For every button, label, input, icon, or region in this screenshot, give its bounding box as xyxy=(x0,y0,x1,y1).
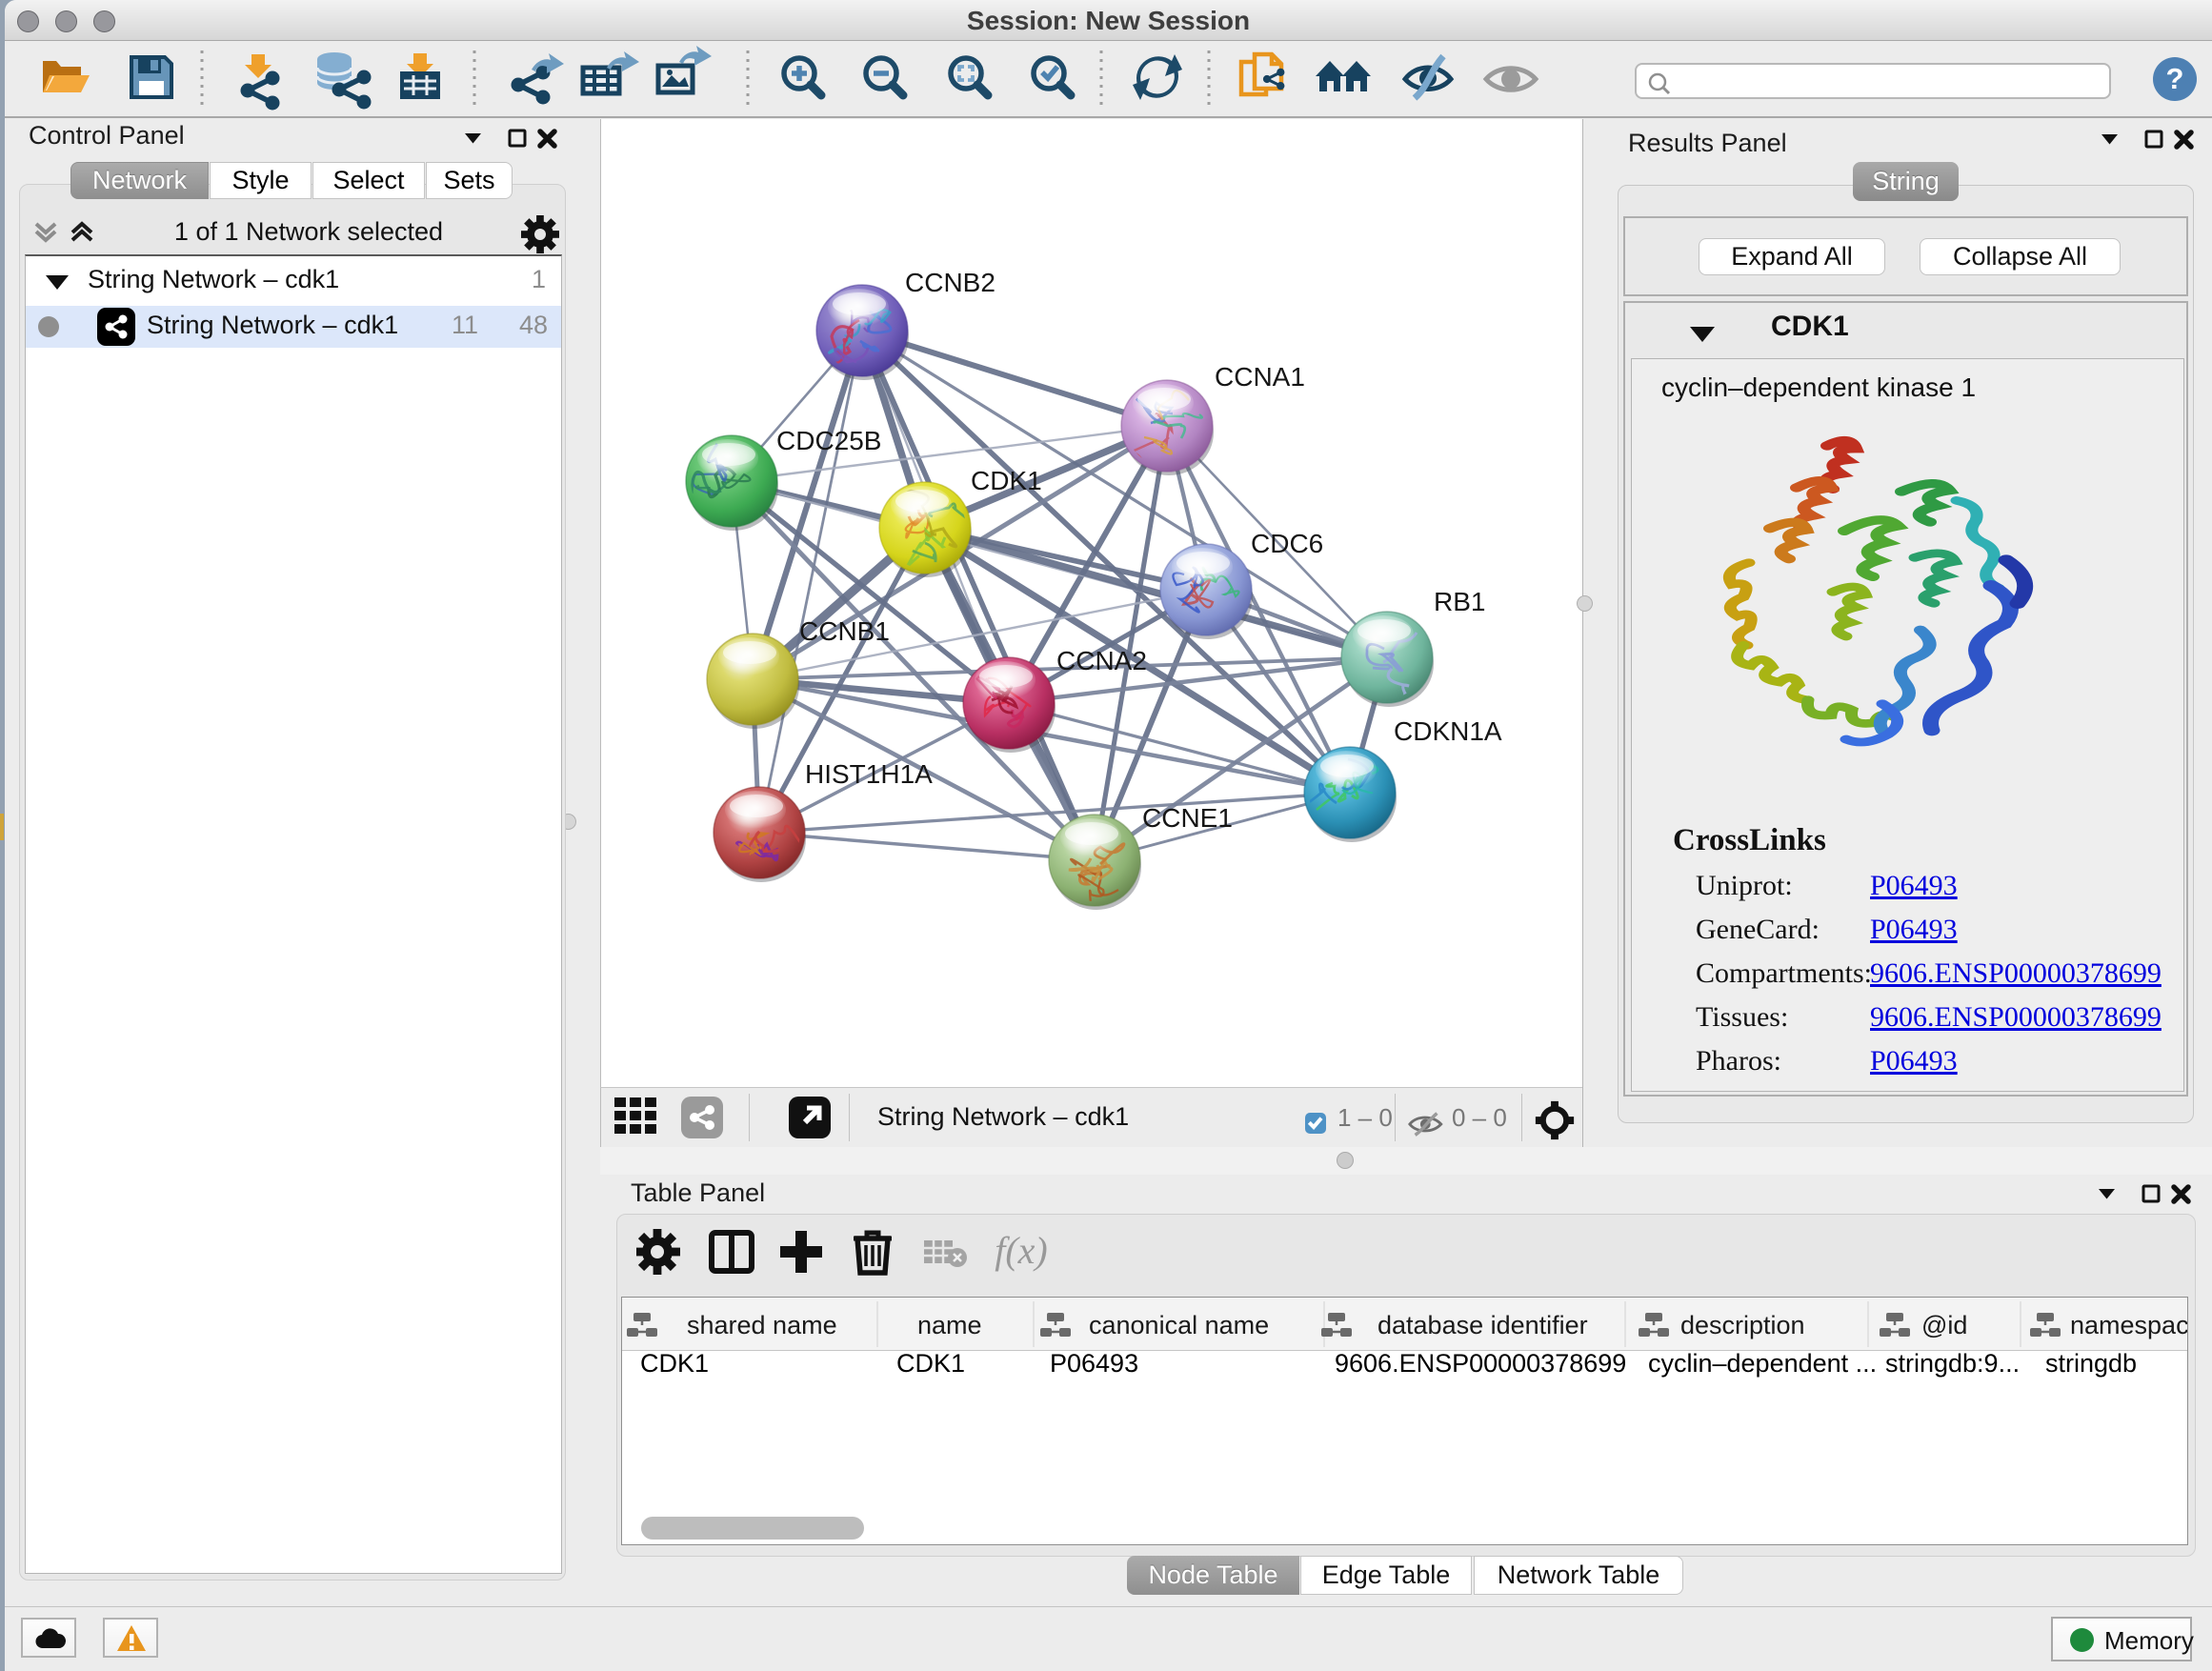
svg-text:description: description xyxy=(1680,1311,1805,1339)
svg-text:9606.ENSP00000378699: 9606.ENSP00000378699 xyxy=(1335,1349,1626,1378)
svg-text:canonical name: canonical name xyxy=(1089,1311,1269,1339)
svg-text:CDK1: CDK1 xyxy=(971,466,1042,495)
svg-text:database identifier: database identifier xyxy=(1377,1311,1588,1339)
svg-text:CCNA1: CCNA1 xyxy=(1215,362,1305,392)
svg-text:RB1: RB1 xyxy=(1434,587,1485,616)
svg-text:stringdb:9...: stringdb:9... xyxy=(1885,1349,2020,1378)
svg-text:name: name xyxy=(917,1311,982,1339)
svg-text:cyclin–dependent ...: cyclin–dependent ... xyxy=(1648,1349,1877,1378)
svg-text:CDK1: CDK1 xyxy=(896,1349,965,1378)
svg-text:namespace: namespace xyxy=(2070,1311,2187,1339)
svg-text:CCNB2: CCNB2 xyxy=(905,268,995,297)
svg-text:HIST1H1A: HIST1H1A xyxy=(805,759,933,789)
svg-text:CDK1: CDK1 xyxy=(640,1349,709,1378)
svg-text:f(x): f(x) xyxy=(995,1229,1048,1272)
svg-text:stringdb: stringdb xyxy=(2045,1349,2137,1378)
svg-text:@id: @id xyxy=(1921,1311,1967,1339)
svg-text:shared name: shared name xyxy=(687,1311,837,1339)
svg-text:CCNE1: CCNE1 xyxy=(1142,803,1233,833)
svg-text:CCNA2: CCNA2 xyxy=(1056,646,1147,675)
svg-text:CDKN1A: CDKN1A xyxy=(1394,716,1502,746)
svg-text:P06493: P06493 xyxy=(1050,1349,1138,1378)
svg-text:CDC6: CDC6 xyxy=(1251,529,1323,558)
svg-text:CCNB1: CCNB1 xyxy=(799,616,890,646)
svg-text:CDC25B: CDC25B xyxy=(776,426,881,455)
